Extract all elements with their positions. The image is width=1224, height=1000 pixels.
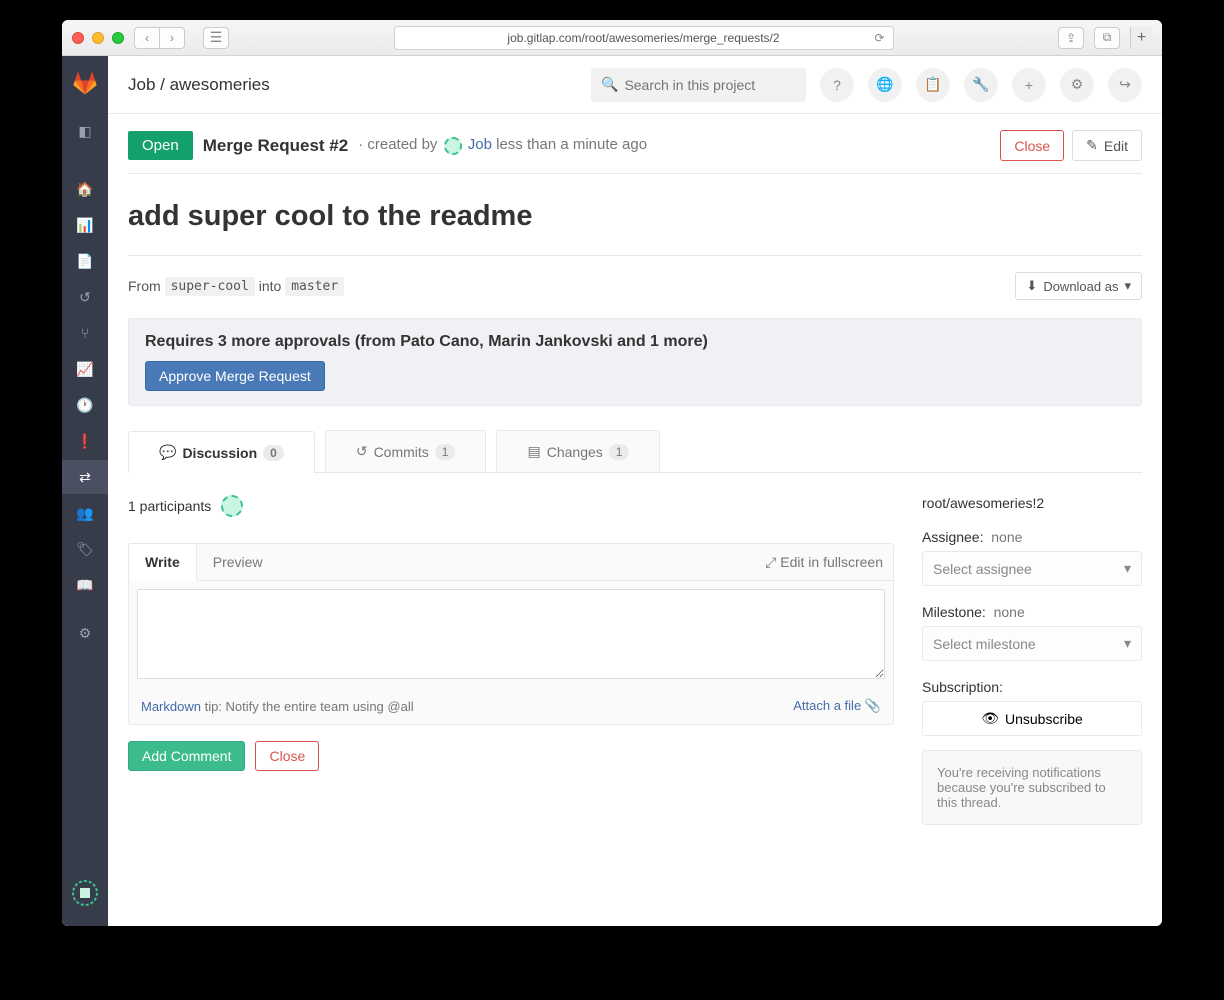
target-branch: master bbox=[285, 277, 344, 296]
app-header: Job / awesomeries 🔍 ? 🌐 📋 🔧 + ⚙ ↪ bbox=[108, 56, 1162, 114]
gitlab-logo-icon[interactable] bbox=[71, 68, 99, 96]
eye-icon: 👁 bbox=[981, 710, 999, 727]
window-controls bbox=[72, 32, 124, 44]
approve-button[interactable]: Approve Merge Request bbox=[145, 361, 325, 391]
mr-reference: root/awesomeries!2 bbox=[922, 495, 1142, 511]
sidebar-branches-icon[interactable]: ⑂ bbox=[62, 316, 108, 350]
app-sidebar: ◧ 🏠 📊 📄 ↺ ⑂ 📈 🕐 ❗ ⇄ 👥 🏷 📖 ⚙ bbox=[62, 56, 108, 926]
tab-changes[interactable]: ▤ Changes 1 bbox=[496, 430, 660, 472]
branch-info: From super-cool into master ⬇ Download a… bbox=[128, 256, 1142, 318]
tab-discussion[interactable]: 💬 Discussion 0 bbox=[128, 431, 315, 473]
milestone-label: Milestone: bbox=[922, 604, 986, 620]
sidebar-activity-icon[interactable]: 📊 bbox=[62, 208, 108, 242]
browser-address-bar[interactable]: job.gitlap.com/root/awesomeries/merge_re… bbox=[394, 26, 894, 50]
comment-textarea[interactable] bbox=[137, 589, 885, 679]
assignee-label: Assignee: bbox=[922, 529, 983, 545]
tip-text: tip: Notify the entire team using @all bbox=[201, 699, 414, 714]
expand-icon: ⤢ bbox=[765, 554, 776, 570]
assignee-value: none bbox=[991, 529, 1022, 545]
minimize-window-icon[interactable] bbox=[92, 32, 104, 44]
sidebar-labels-icon[interactable]: 🏷 bbox=[62, 532, 108, 566]
browser-titlebar: ‹ › ☰ job.gitlap.com/root/awesomeries/me… bbox=[62, 20, 1162, 56]
browser-tabs-icon[interactable]: ☰ bbox=[203, 27, 229, 49]
sidebar-merge-requests-icon[interactable]: ⇄ bbox=[62, 460, 108, 494]
milestone-select[interactable]: Select milestone ▾ bbox=[922, 626, 1142, 661]
history-icon: ↺ bbox=[356, 443, 368, 460]
paperclip-icon: 📎 bbox=[865, 698, 881, 713]
browser-back-button[interactable]: ‹ bbox=[134, 27, 160, 49]
assignee-select[interactable]: Select assignee ▾ bbox=[922, 551, 1142, 586]
write-tab[interactable]: Write bbox=[129, 544, 197, 581]
caret-down-icon: ▾ bbox=[1124, 278, 1131, 294]
status-badge: Open bbox=[128, 131, 193, 160]
mr-timestamp: less than a minute ago bbox=[496, 136, 647, 153]
caret-down-icon: ▾ bbox=[1124, 635, 1131, 652]
project-search[interactable]: 🔍 bbox=[591, 68, 806, 102]
unsubscribe-button[interactable]: 👁 Unsubscribe bbox=[922, 701, 1142, 736]
sidebar-members-icon[interactable]: 👥 bbox=[62, 496, 108, 530]
caret-down-icon: ▾ bbox=[1124, 560, 1131, 577]
preview-tab[interactable]: Preview bbox=[197, 544, 279, 580]
mr-title: add super cool to the readme bbox=[128, 174, 1142, 256]
subscription-note: You're receiving notifications because y… bbox=[922, 750, 1142, 825]
sidebar-milestones-icon[interactable]: 🕐 bbox=[62, 388, 108, 422]
attach-file-link[interactable]: Attach a file 📎 bbox=[793, 698, 881, 713]
milestone-value: none bbox=[994, 604, 1025, 620]
diff-icon: ▤ bbox=[527, 443, 540, 460]
comment-form: Write Preview ⤢ Edit in fullscreen bbox=[128, 543, 894, 725]
help-icon[interactable]: ? bbox=[820, 68, 854, 102]
close-comment-button[interactable]: Close bbox=[255, 741, 319, 771]
approval-requirement-text: Requires 3 more approvals (from Pato Can… bbox=[145, 333, 1125, 351]
tab-commits[interactable]: ↺ Commits 1 bbox=[325, 430, 487, 472]
new-icon[interactable]: + bbox=[1012, 68, 1046, 102]
close-window-icon[interactable] bbox=[72, 32, 84, 44]
mr-meta: · created by Job less than a minute ago bbox=[358, 136, 647, 154]
browser-url: job.gitlap.com/root/awesomeries/merge_re… bbox=[507, 31, 779, 45]
author-link[interactable]: Job bbox=[468, 136, 492, 153]
mr-tabs: 💬 Discussion 0 ↺ Commits 1 ▤ Changes 1 bbox=[128, 430, 1142, 473]
sidebar-settings-icon[interactable]: ⚙ bbox=[62, 616, 108, 650]
author-avatar-icon bbox=[444, 137, 462, 155]
browser-forward-button[interactable]: › bbox=[159, 27, 185, 49]
sidebar-files-icon[interactable]: 📄 bbox=[62, 244, 108, 278]
download-button[interactable]: ⬇ Download as ▾ bbox=[1015, 272, 1142, 300]
mr-header-row: Open Merge Request #2 · created by Job l… bbox=[128, 114, 1142, 174]
breadcrumb[interactable]: Job / awesomeries bbox=[128, 75, 270, 95]
settings-icon[interactable]: ⚙ bbox=[1060, 68, 1094, 102]
search-input[interactable] bbox=[624, 77, 796, 93]
copy-icon[interactable]: 📋 bbox=[916, 68, 950, 102]
sidebar-wiki-icon[interactable]: 📖 bbox=[62, 568, 108, 602]
edit-mr-button[interactable]: ✎ Edit bbox=[1072, 130, 1142, 161]
source-branch: super-cool bbox=[165, 277, 255, 296]
sidebar-graphs-icon[interactable]: 📈 bbox=[62, 352, 108, 386]
maximize-window-icon[interactable] bbox=[112, 32, 124, 44]
approval-box: Requires 3 more approvals (from Pato Can… bbox=[128, 318, 1142, 406]
admin-icon[interactable]: 🔧 bbox=[964, 68, 998, 102]
add-comment-button[interactable]: Add Comment bbox=[128, 741, 245, 771]
sidebar-user-avatar[interactable] bbox=[72, 880, 98, 906]
comments-icon: 💬 bbox=[159, 444, 176, 461]
reload-icon[interactable]: ⟳ bbox=[874, 31, 884, 45]
sidebar-issues-icon[interactable]: ❗ bbox=[62, 424, 108, 458]
sidebar-home-icon[interactable]: 🏠 bbox=[62, 172, 108, 206]
download-icon: ⬇ bbox=[1026, 278, 1037, 294]
fullscreen-link[interactable]: ⤢ Edit in fullscreen bbox=[765, 554, 883, 571]
mr-number: Merge Request #2 bbox=[203, 136, 349, 156]
subscription-label: Subscription: bbox=[922, 679, 1142, 695]
browser-window: ‹ › ☰ job.gitlap.com/root/awesomeries/me… bbox=[62, 20, 1162, 926]
search-icon: 🔍 bbox=[601, 76, 618, 93]
share-icon[interactable]: ⇪ bbox=[1058, 27, 1084, 49]
markdown-link[interactable]: Markdown bbox=[141, 699, 201, 714]
tabs-overview-icon[interactable]: ⧉ bbox=[1094, 27, 1120, 49]
edit-icon: ✎ bbox=[1086, 137, 1098, 154]
new-tab-button[interactable]: + bbox=[1130, 27, 1152, 49]
sidebar-history-icon[interactable]: ↺ bbox=[62, 280, 108, 314]
explore-icon[interactable]: 🌐 bbox=[868, 68, 902, 102]
logout-icon[interactable]: ↪ bbox=[1108, 68, 1142, 102]
participants: 1 participants bbox=[128, 495, 894, 517]
participant-avatar-icon[interactable] bbox=[221, 495, 243, 517]
close-mr-button[interactable]: Close bbox=[1000, 130, 1064, 161]
sidebar-collapse-icon[interactable]: ◧ bbox=[62, 114, 108, 148]
